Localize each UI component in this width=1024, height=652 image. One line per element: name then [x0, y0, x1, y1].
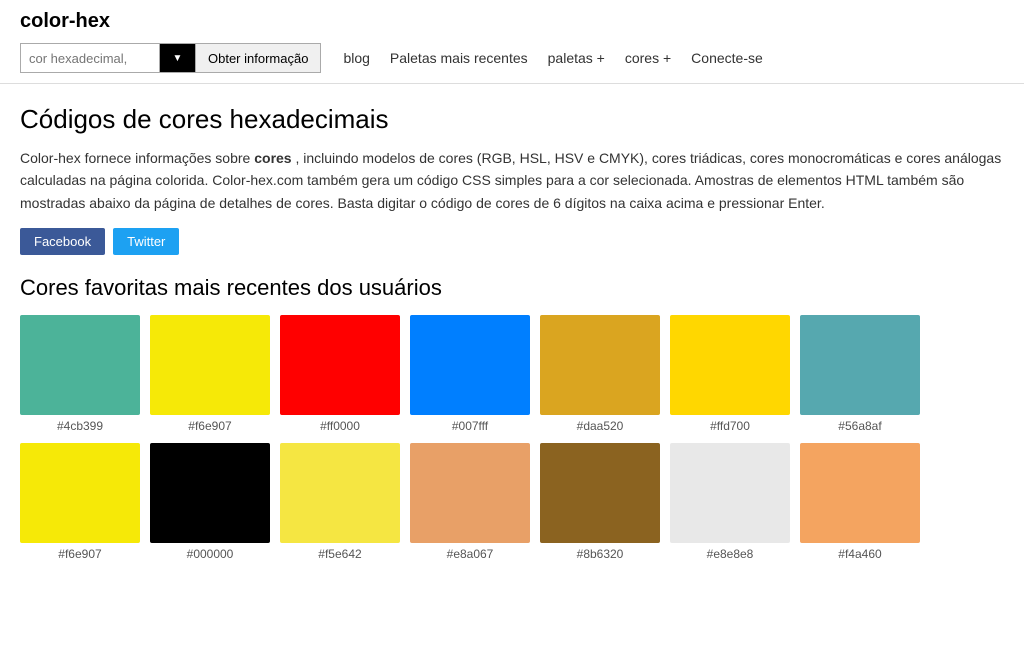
color-swatch	[280, 315, 400, 415]
desc-bold: cores	[254, 150, 291, 166]
color-grid-row1: #4cb399 #f6e907 #ff0000 #007fff #daa520 #ffd7…	[20, 315, 1004, 433]
color-item[interactable]: #e8e8e8	[670, 443, 790, 561]
color-label: #e8a067	[447, 547, 494, 561]
color-swatch-picker[interactable]: ▼	[160, 43, 196, 73]
color-item[interactable]: #4cb399	[20, 315, 140, 433]
color-swatch	[410, 315, 530, 415]
color-swatch	[800, 443, 920, 543]
search-area: ▼ Obter informação	[20, 43, 321, 73]
color-label: #ffd700	[710, 419, 750, 433]
logo: color-hex	[20, 10, 1004, 33]
color-grid-row2: #f6e907 #000000 #f5e642 #e8a067 #8b6320 #e8e8…	[20, 443, 1004, 561]
color-item[interactable]: #ff0000	[280, 315, 400, 433]
color-label: #ff0000	[320, 419, 360, 433]
color-label: #4cb399	[57, 419, 103, 433]
color-label: #f6e907	[58, 547, 101, 561]
color-label: #8b6320	[577, 547, 624, 561]
color-swatch	[150, 315, 270, 415]
color-label: #f6e907	[188, 419, 231, 433]
nav-blog[interactable]: blog	[343, 50, 369, 66]
color-item[interactable]: #e8a067	[410, 443, 530, 561]
color-swatch	[800, 315, 920, 415]
description: Color-hex fornece informações sobre core…	[20, 147, 1004, 214]
color-swatch	[410, 443, 530, 543]
nav-paletas-recentes[interactable]: Paletas mais recentes	[390, 50, 528, 66]
facebook-button[interactable]: Facebook	[20, 228, 105, 255]
twitter-button[interactable]: Twitter	[113, 228, 179, 255]
color-swatch	[540, 315, 660, 415]
color-swatch	[20, 315, 140, 415]
color-swatch	[670, 443, 790, 543]
color-label: #e8e8e8	[707, 547, 754, 561]
main-content: Códigos de cores hexadecimais Color-hex …	[0, 84, 1024, 591]
nav-bar: ▼ Obter informação blog Paletas mais rec…	[20, 43, 1004, 73]
color-item[interactable]: #f6e907	[20, 443, 140, 561]
color-item[interactable]: #ffd700	[670, 315, 790, 433]
color-label: #56a8af	[838, 419, 881, 433]
dropdown-arrow-icon: ▼	[173, 53, 183, 64]
search-input[interactable]	[20, 43, 160, 73]
social-buttons: Facebook Twitter	[20, 228, 1004, 255]
color-label: #f4a460	[838, 547, 881, 561]
nav-paletas[interactable]: paletas +	[548, 50, 605, 66]
color-item[interactable]: #000000	[150, 443, 270, 561]
search-button[interactable]: Obter informação	[196, 43, 321, 73]
color-label: #000000	[187, 547, 234, 561]
color-item[interactable]: #8b6320	[540, 443, 660, 561]
color-swatch	[540, 443, 660, 543]
desc-part1: Color-hex fornece informações sobre	[20, 150, 254, 166]
color-item[interactable]: #f4a460	[800, 443, 920, 561]
color-item[interactable]: #f6e907	[150, 315, 270, 433]
color-item[interactable]: #56a8af	[800, 315, 920, 433]
color-item[interactable]: #007fff	[410, 315, 530, 433]
color-swatch	[670, 315, 790, 415]
page-title: Códigos de cores hexadecimais	[20, 104, 1004, 135]
color-label: #daa520	[577, 419, 624, 433]
color-item[interactable]: #f5e642	[280, 443, 400, 561]
nav-cores[interactable]: cores +	[625, 50, 671, 66]
header: color-hex ▼ Obter informação blog Paleta…	[0, 0, 1024, 84]
color-swatch	[150, 443, 270, 543]
color-item[interactable]: #daa520	[540, 315, 660, 433]
color-swatch	[280, 443, 400, 543]
favorites-title: Cores favoritas mais recentes dos usuári…	[20, 275, 1004, 301]
main-nav: blog Paletas mais recentes paletas + cor…	[343, 50, 762, 66]
color-label: #f5e642	[318, 547, 361, 561]
color-swatch	[20, 443, 140, 543]
color-label: #007fff	[452, 419, 488, 433]
nav-conecte-se[interactable]: Conecte-se	[691, 50, 763, 66]
